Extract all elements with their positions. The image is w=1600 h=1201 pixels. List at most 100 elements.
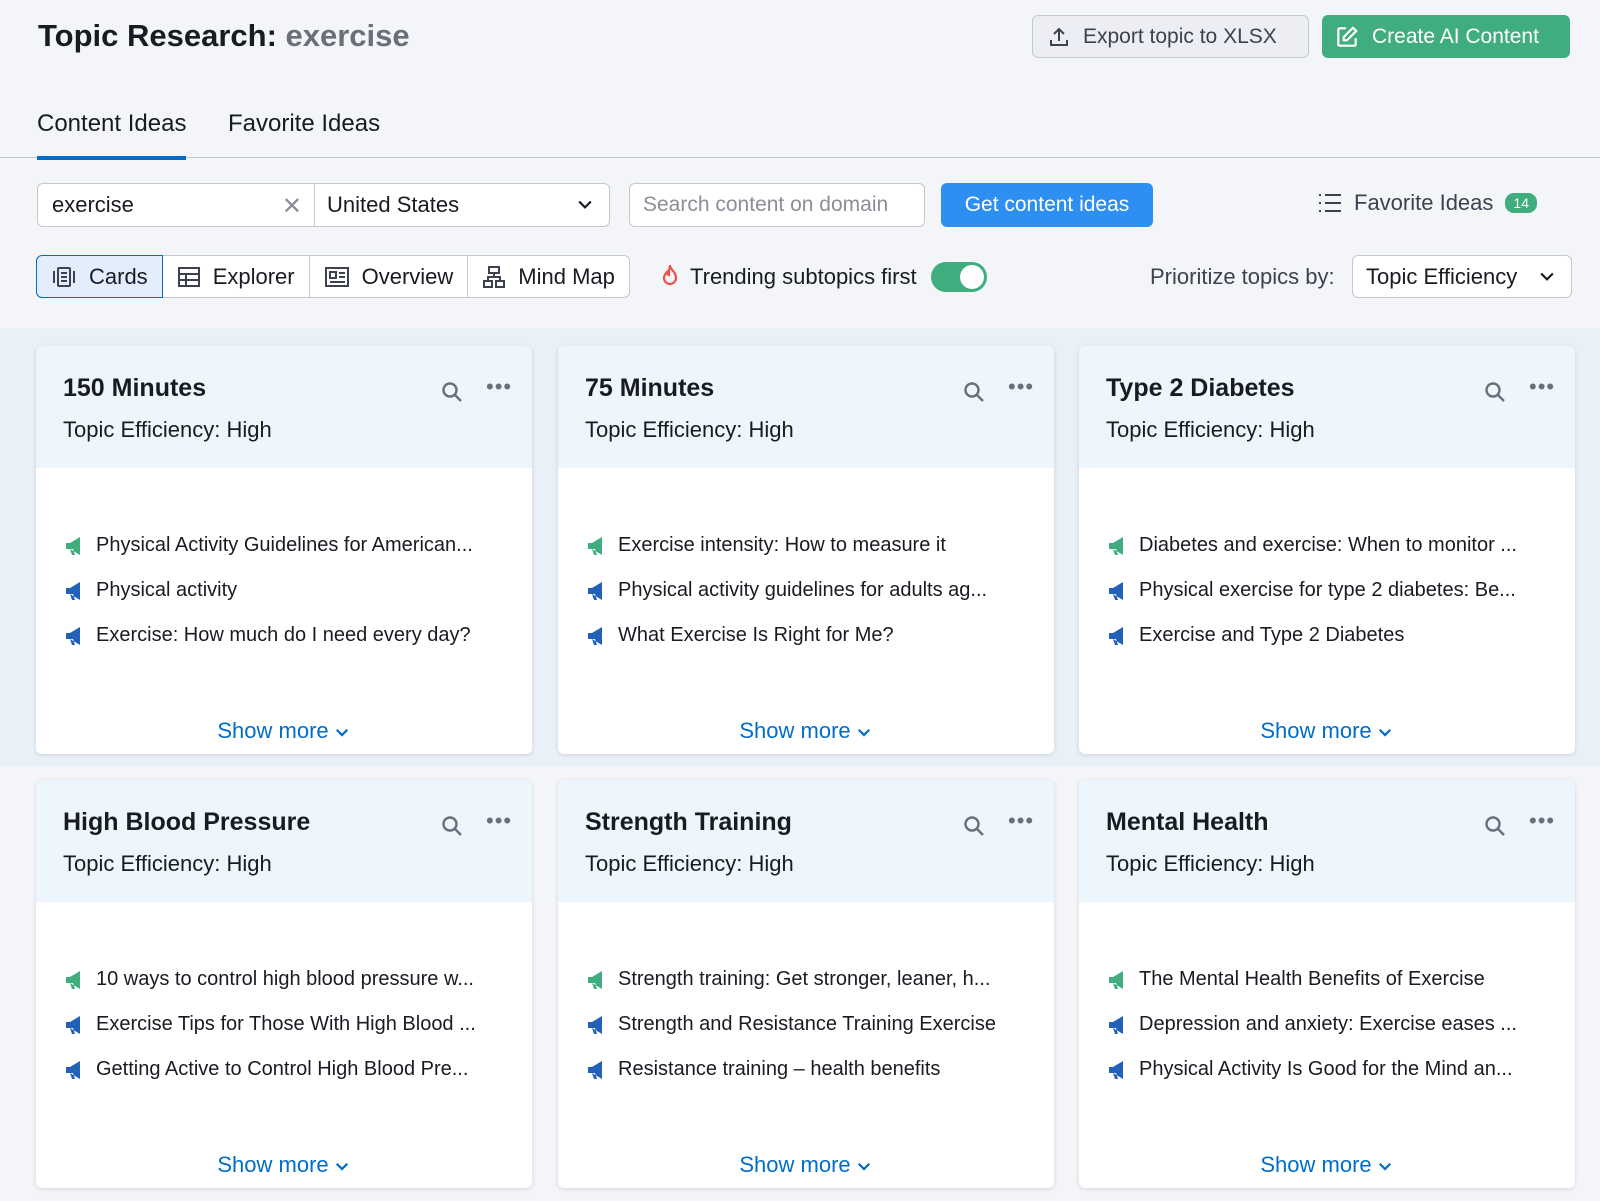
idea-item[interactable]: What Exercise Is Right for Me? <box>586 624 1046 669</box>
search-icon[interactable] <box>962 814 986 838</box>
more-options-icon[interactable]: ••• <box>486 374 512 400</box>
prioritize-select[interactable]: Topic Efficiency <box>1352 255 1572 298</box>
clear-icon[interactable]: ✕ <box>282 192 302 221</box>
idea-item[interactable]: Exercise Tips for Those With High Blood … <box>64 1013 524 1058</box>
topic-card-title[interactable]: High Blood Pressure <box>63 808 310 837</box>
topic-card-header: Type 2 Diabetes Topic Efficiency: High •… <box>1079 346 1575 468</box>
show-more-button[interactable]: Show more <box>1079 718 1575 744</box>
topic-card-efficiency: Topic Efficiency: High <box>63 851 272 876</box>
keyword-input[interactable]: exercise ✕ <box>37 183 315 227</box>
idea-title: Depression and anxiety: Exercise eases .… <box>1139 1013 1517 1035</box>
topic-card: Mental Health Topic Efficiency: High •••… <box>1079 780 1575 1188</box>
megaphone-icon <box>588 582 602 600</box>
show-more-label: Show more <box>1260 718 1372 743</box>
view-mind-map-label: Mind Map <box>518 263 615 289</box>
trending-toggle[interactable] <box>930 262 987 292</box>
idea-item[interactable]: The Mental Health Benefits of Exercise <box>1107 968 1567 1013</box>
idea-title: Exercise and Type 2 Diabetes <box>1139 624 1405 646</box>
idea-list: Exercise intensity: How to measure it Ph… <box>586 534 1046 669</box>
show-more-button[interactable]: Show more <box>1079 1152 1575 1178</box>
idea-item[interactable]: 10 ways to control high blood pressure w… <box>64 968 524 1013</box>
export-xlsx-button[interactable]: Export topic to XLSX <box>1032 15 1309 58</box>
show-more-button[interactable]: Show more <box>558 1152 1054 1178</box>
idea-item[interactable]: Strength and Resistance Training Exercis… <box>586 1013 1046 1058</box>
show-more-button[interactable]: Show more <box>36 1152 532 1178</box>
chevron-down-icon <box>335 729 348 737</box>
idea-item[interactable]: Diabetes and exercise: When to monitor .… <box>1107 534 1567 579</box>
favorite-ideas-link[interactable]: Favorite Ideas 14 <box>1318 190 1537 216</box>
idea-item[interactable]: Exercise: How much do I need every day? <box>64 624 524 669</box>
idea-item[interactable]: Exercise intensity: How to measure it <box>586 534 1046 579</box>
idea-title: Diabetes and exercise: When to monitor .… <box>1139 534 1517 556</box>
topic-card-efficiency: Topic Efficiency: High <box>585 851 794 876</box>
idea-item[interactable]: Physical activity guidelines for adults … <box>586 579 1046 624</box>
idea-title: What Exercise Is Right for Me? <box>618 624 894 646</box>
topic-card-title[interactable]: 75 Minutes <box>585 374 714 403</box>
idea-title: Strength and Resistance Training Exercis… <box>618 1013 996 1035</box>
search-icon[interactable] <box>440 380 464 404</box>
topic-card-title[interactable]: Type 2 Diabetes <box>1106 374 1295 403</box>
view-explorer-button[interactable]: Explorer <box>161 255 310 298</box>
megaphone-icon <box>1109 1016 1123 1034</box>
topic-card-title[interactable]: 150 Minutes <box>63 374 206 403</box>
create-ai-content-button[interactable]: Create AI Content <box>1322 15 1570 58</box>
topic-card: High Blood Pressure Topic Efficiency: Hi… <box>36 780 532 1188</box>
tab-favorite-ideas[interactable]: Favorite Ideas <box>228 110 380 156</box>
show-more-button[interactable]: Show more <box>558 718 1054 744</box>
edit-icon <box>1337 25 1358 47</box>
topic-card: 150 Minutes Topic Efficiency: High ••• P… <box>36 346 532 754</box>
show-more-label: Show more <box>1260 1152 1372 1177</box>
country-select[interactable]: United States <box>314 183 610 227</box>
more-options-icon[interactable]: ••• <box>486 808 512 834</box>
topic-card-title[interactable]: Strength Training <box>585 808 792 837</box>
topic-card-efficiency: Topic Efficiency: High <box>585 417 794 442</box>
more-options-icon[interactable]: ••• <box>1529 374 1555 400</box>
idea-item[interactable]: Exercise and Type 2 Diabetes <box>1107 624 1567 669</box>
show-more-button[interactable]: Show more <box>36 718 532 744</box>
idea-item[interactable]: Physical Activity Is Good for the Mind a… <box>1107 1058 1567 1103</box>
topic-card-header: High Blood Pressure Topic Efficiency: Hi… <box>36 780 532 902</box>
view-cards-button[interactable]: Cards <box>36 255 163 298</box>
view-overview-button[interactable]: Overview <box>308 255 469 298</box>
idea-item[interactable]: Strength training: Get stronger, leaner,… <box>586 968 1046 1013</box>
favorite-count-badge: 14 <box>1505 193 1537 213</box>
prioritize-label: Prioritize topics by: <box>1150 264 1335 289</box>
more-options-icon[interactable]: ••• <box>1529 808 1555 834</box>
fire-icon <box>662 265 678 286</box>
idea-title: The Mental Health Benefits of Exercise <box>1139 968 1485 990</box>
chevron-down-icon <box>578 200 592 209</box>
search-icon[interactable] <box>962 380 986 404</box>
topic-card-title[interactable]: Mental Health <box>1106 808 1269 837</box>
more-options-icon[interactable]: ••• <box>1008 374 1034 400</box>
idea-item[interactable]: Depression and anxiety: Exercise eases .… <box>1107 1013 1567 1058</box>
domain-search-input[interactable]: Search content on domain <box>629 183 925 227</box>
chevron-down-icon <box>1540 272 1554 281</box>
view-mind-map-button[interactable]: Mind Map <box>467 255 630 298</box>
get-content-ideas-button[interactable]: Get content ideas <box>941 183 1153 227</box>
idea-item[interactable]: Physical exercise for type 2 diabetes: B… <box>1107 579 1567 624</box>
megaphone-icon <box>588 1061 602 1079</box>
megaphone-icon <box>1109 971 1123 989</box>
topic-card-header: Mental Health Topic Efficiency: High ••• <box>1079 780 1575 902</box>
list-icon <box>1319 194 1341 212</box>
domain-search-placeholder: Search content on domain <box>643 193 889 216</box>
idea-item[interactable]: Physical activity <box>64 579 524 624</box>
chevron-down-icon <box>1378 1163 1391 1171</box>
idea-item[interactable]: Resistance training – health benefits <box>586 1058 1046 1103</box>
topic-card-efficiency: Topic Efficiency: High <box>1106 851 1315 876</box>
search-icon[interactable] <box>1483 380 1507 404</box>
topic-card: 75 Minutes Topic Efficiency: High ••• Ex… <box>558 346 1054 754</box>
idea-title: Physical exercise for type 2 diabetes: B… <box>1139 579 1516 601</box>
view-overview-label: Overview <box>361 263 454 289</box>
idea-item[interactable]: Physical Activity Guidelines for America… <box>64 534 524 579</box>
more-options-icon[interactable]: ••• <box>1008 808 1034 834</box>
tab-content-ideas[interactable]: Content Ideas <box>37 110 187 160</box>
idea-item[interactable]: Getting Active to Control High Blood Pre… <box>64 1058 524 1103</box>
search-icon[interactable] <box>1483 814 1507 838</box>
search-icon[interactable] <box>440 814 464 838</box>
megaphone-icon <box>66 582 80 600</box>
idea-list: The Mental Health Benefits of Exercise D… <box>1107 968 1567 1103</box>
megaphone-icon <box>66 1016 80 1034</box>
topic-card-efficiency: Topic Efficiency: High <box>1106 417 1315 442</box>
idea-title: Physical Activity Is Good for the Mind a… <box>1139 1058 1513 1080</box>
